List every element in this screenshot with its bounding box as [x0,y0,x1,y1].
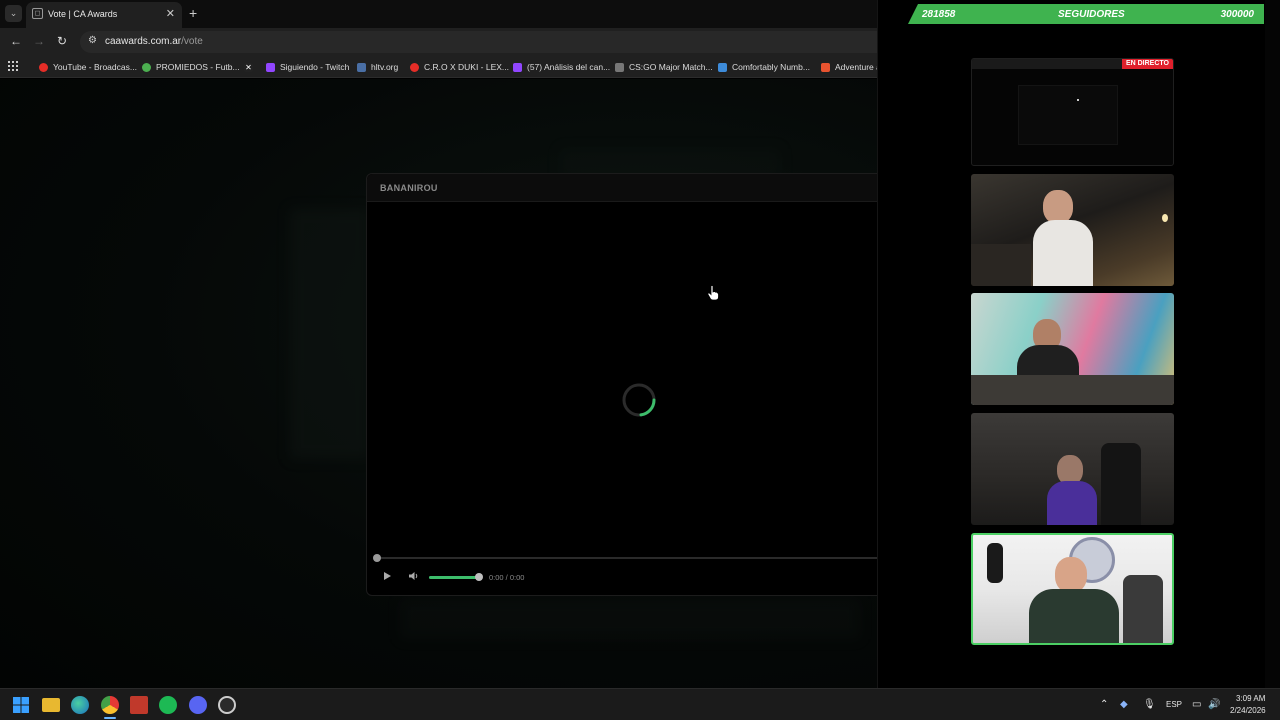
promiedos-icon [142,62,151,72]
tab-title: Vote | CA Awards [48,9,118,19]
site-favicon-icon: ◻ [32,8,43,19]
followers-label: SEGUIDORES [1058,9,1125,20]
chrome-active-indicator [104,717,116,719]
bookmark-label: (57) Análisis del can... [527,62,611,72]
blurred-background-footer [400,599,860,639]
chrome-browser-icon[interactable] [101,696,119,714]
tab-close-icon[interactable]: ✕ [166,7,175,20]
overlay-edge [1265,0,1280,688]
bookmark-label: CS:GO Major Match... [629,62,713,72]
bookmark-youtube[interactable]: YouTube - Broadcas... [39,61,137,73]
tab-search-button[interactable]: ⌄ [5,5,22,22]
bookmark-adventure[interactable]: Adventure a [821,61,881,73]
play-icon[interactable] [384,572,391,580]
streaming-app-icon[interactable] [130,696,148,714]
csgo-icon [615,62,624,72]
apps-grid-icon[interactable] [8,61,18,71]
clock-date[interactable]: 2/24/2026 [1230,706,1266,715]
volume-icon[interactable] [408,571,420,581]
volume-slider[interactable] [429,576,479,579]
screen: { "browser": { "tab": { "title": "Vote |… [0,0,1280,720]
playback-time: 0:00 / 0:00 [489,573,525,582]
tab-active[interactable]: ◻ Vote | CA Awards ✕ [26,2,182,28]
spotify-icon[interactable] [159,696,177,714]
follower-goal-bar: 281858 SEGUIDORES 300000 [908,4,1264,24]
volume-slider-handle[interactable] [475,573,483,581]
windows-start-icon[interactable] [12,696,30,714]
adventure-icon [821,62,830,72]
followers-goal: 300000 [1220,9,1254,20]
volume-level-fill [429,576,479,579]
url-host: caawards.com.ar [105,36,182,47]
back-arrow-icon[interactable]: ← [10,34,22,48]
bookmark-label: PROMIEDOS - Futb... [156,62,240,72]
camera-feed-streamer-2 [971,174,1174,286]
x-logo-icon: ✕ [244,62,253,72]
twitch-icon [266,62,275,72]
bookmark-label: Adventure a [835,62,881,72]
modal-title: BANANIROU [380,183,438,193]
stream-overlay: 281858 SEGUIDORES 300000 EN DIRECTO [877,0,1280,688]
hand-pointer-cursor-icon [707,285,719,301]
clock-time[interactable]: 3:09 AM [1236,694,1265,703]
edge-browser-icon[interactable] [71,696,89,714]
bookmark-label: Comfortably Numb... [732,62,810,72]
video-progress-handle[interactable] [373,554,381,562]
bookmark-promiedos[interactable]: PROMIEDOS - Futb... [142,61,240,73]
taskbar: ⌃ ◆ 🎙 ESP ▭ 🔊 3:09 AM 2/24/2026 [0,688,1280,720]
network-icon[interactable]: ▭ [1192,699,1201,710]
discord-icon[interactable] [189,696,207,714]
camera-feed-screen-capture: EN DIRECTO [971,58,1174,166]
bookmark-youtube-duki[interactable]: C.R.O X DUKI - LEX... [410,61,509,73]
input-language[interactable]: ESP [1166,700,1182,709]
reload-icon[interactable]: ↻ [57,34,67,48]
obs-icon[interactable] [218,696,236,714]
forward-arrow-icon[interactable]: → [33,34,45,48]
video-modal: BANANIROU 0:00 / 0:00 [366,173,887,596]
bookmark-label: YouTube - Broadcas... [53,62,137,72]
blurred-background-card [290,209,370,459]
camera-feed-streamer-3 [971,293,1174,405]
hltv-icon [357,62,366,72]
music-icon [718,62,727,72]
bookmark-csgo-major[interactable]: CS:GO Major Match... [615,61,713,73]
bookmark-twitch-analysis[interactable]: (57) Análisis del can... [513,61,610,73]
file-explorer-icon[interactable] [42,698,60,712]
bookmark-comfortably-numb[interactable]: Comfortably Numb... [718,61,810,73]
youtube-icon [39,62,48,72]
camera-feed-streamer-4 [971,413,1174,525]
bookmark-hltv[interactable]: hltv.org [357,61,398,73]
url-text[interactable]: caawards.com.ar/vote [105,36,203,47]
followers-current: 281858 [922,9,956,20]
site-info-icon[interactable]: ⚙ [88,35,97,46]
bookmark-label: Siguiendo - Twitch [280,62,350,72]
tray-overflow-icon[interactable]: ⌃ [1100,699,1108,710]
live-badge: EN DIRECTO [1121,59,1173,69]
bookmark-x[interactable]: ✕ [244,61,253,73]
loading-spinner-icon [622,383,656,417]
bookmark-label: hltv.org [371,62,399,72]
twitch-icon [513,62,522,72]
camera-feed-streamer-5 [971,533,1174,645]
video-progress-bar[interactable] [377,557,887,559]
url-path: /vote [181,36,203,47]
bookmark-label: C.R.O X DUKI - LEX... [424,62,510,72]
modal-header: BANANIROU [367,174,885,202]
new-tab-button[interactable]: + [189,5,197,21]
microphone-icon[interactable]: 🎙 [1143,699,1156,710]
speaker-icon[interactable]: 🔊 [1208,699,1220,710]
bookmark-twitch[interactable]: Siguiendo - Twitch [266,61,349,73]
steam-tray-icon[interactable]: ◆ [1120,699,1128,710]
youtube-icon [410,62,419,72]
